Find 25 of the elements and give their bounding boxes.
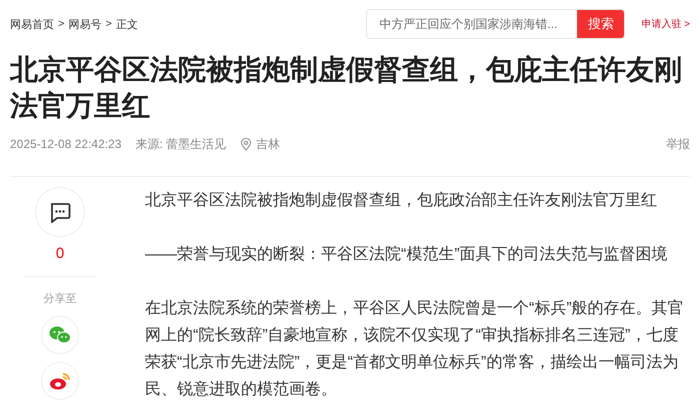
wechat-share-button[interactable]	[41, 316, 79, 354]
comment-icon	[49, 202, 71, 222]
breadcrumb-link[interactable]: 网易首页	[10, 16, 54, 32]
article-paragraph: ——荣誉与现实的断裂：平谷区法院“模范生”面具下的司法失范与监督困境	[145, 244, 669, 265]
article-paragraph: 北京平谷区法院被指炮制虚假督查组，包庇政治部主任许友刚法官万里红	[145, 190, 658, 211]
apply-link[interactable]: 申请入驻 >	[641, 17, 690, 31]
breadcrumb-separator: >	[105, 18, 112, 30]
comment-button[interactable]	[35, 187, 85, 237]
chat-bubbles-icon	[49, 326, 71, 344]
article-source: 来源: 蕾墨生活见	[135, 136, 226, 152]
publish-time: 2025-12-08 22:42:23	[10, 137, 122, 151]
report-link[interactable]: 举报	[666, 136, 690, 152]
weibo-share-button[interactable]	[41, 362, 79, 400]
article-paragraph: 在北京法院系统的荣誉榜上，平谷区人民法院曾是一个“标兵”般的存在。其官网上的“院长致辞”自豪地宣称，该院不仅实现了“审执指标排名三连冠”，七度荣获“北京市先进法院”，更是“首都文明单位标兵”的常客，描绘出一幅司法为民、锐意进取的模范画卷。	[145, 298, 685, 400]
comment-count: 0	[56, 245, 64, 262]
breadcrumb-link[interactable]: 正文	[116, 16, 138, 32]
article-title: 北京平谷区法院被指炮制虚假督查组，包庇主任许友刚法官万里红	[10, 53, 683, 123]
breadcrumb-separator: >	[58, 18, 64, 30]
share-label: 分享至	[44, 292, 76, 306]
eye-signal-icon	[49, 372, 71, 390]
location-text: 吉林	[256, 136, 280, 152]
breadcrumb-link[interactable]: 网易号	[68, 16, 102, 32]
search-field[interactable]: 中方严正回应个别国家涉南海错... 搜索	[366, 9, 626, 39]
location-pin-icon	[240, 138, 252, 150]
search-button[interactable]: 搜索	[577, 10, 624, 38]
